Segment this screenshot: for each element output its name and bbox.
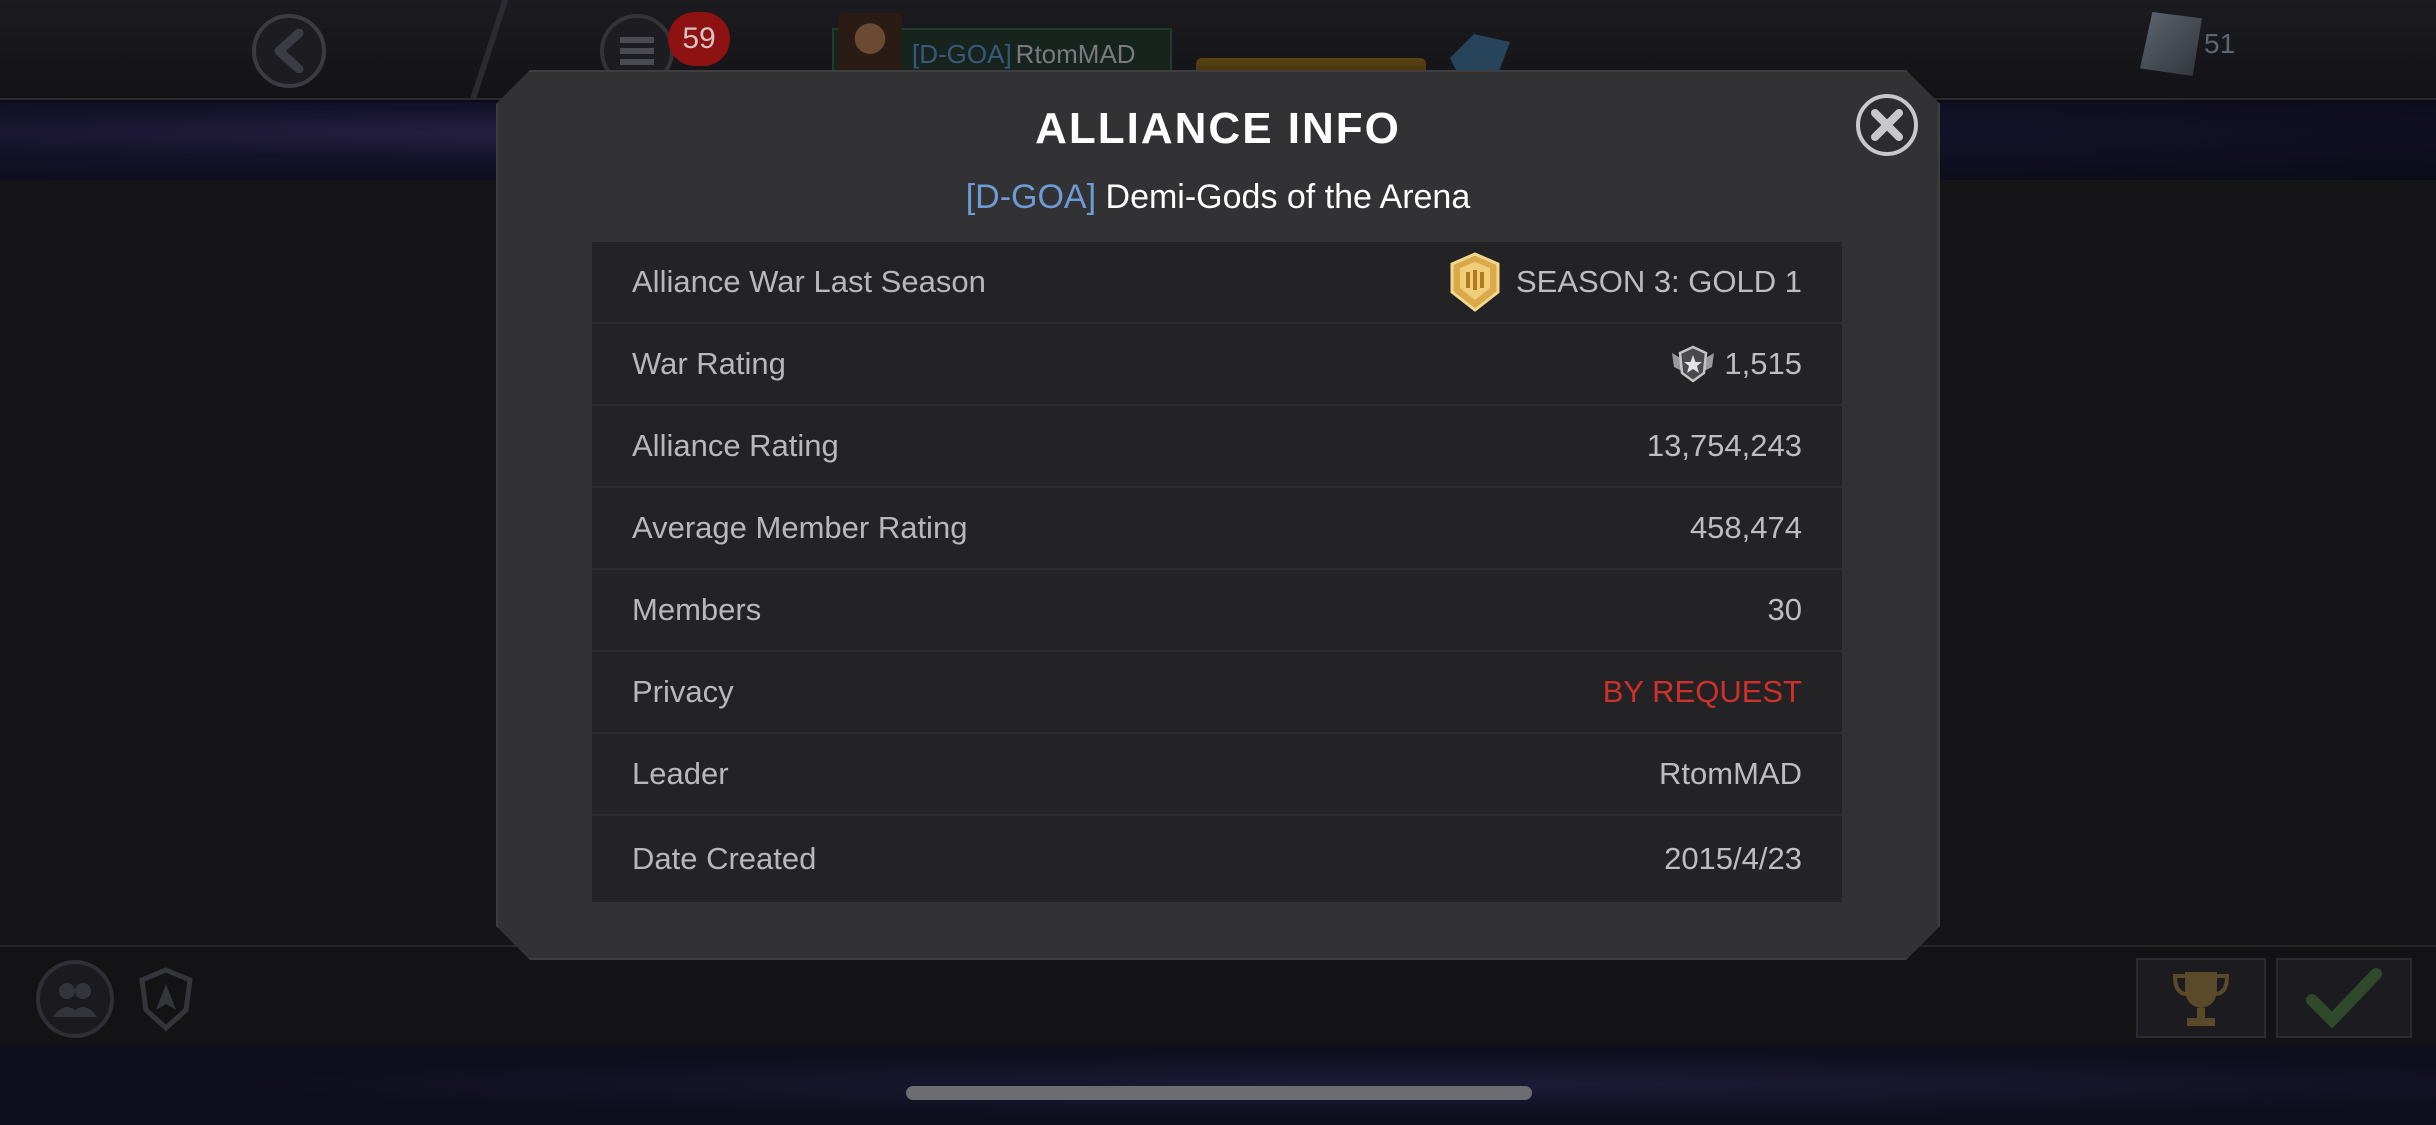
people-icon: [53, 983, 97, 1017]
row-value: 2015/4/23: [1664, 841, 1802, 876]
shard-count: 51: [2204, 28, 2236, 59]
table-row: War Rating 1,515: [592, 324, 1842, 406]
player-alliance-tag: [D-GOA]: [912, 38, 1012, 69]
alliance-name: Demi-Gods of the Arena: [1105, 178, 1471, 216]
chevron-left-icon: [274, 29, 304, 73]
table-row: Average Member Rating 458,474: [592, 488, 1842, 570]
privacy-value: BY REQUEST: [1602, 674, 1802, 709]
home-indicator[interactable]: [906, 1086, 1532, 1100]
row-value: 30: [1767, 592, 1802, 627]
avatar: [838, 13, 902, 77]
modal-title: ALLIANCE INFO: [1035, 104, 1401, 153]
table-row: Alliance War Last Season SEASON 3: GOLD …: [592, 242, 1842, 324]
row-label: Members: [632, 592, 762, 627]
back-button[interactable]: [252, 14, 326, 88]
alliance-heading: [D-GOA] Demi-Gods of the Arena: [496, 178, 1940, 217]
close-button[interactable]: [1856, 94, 1918, 156]
row-label: Average Member Rating: [632, 510, 968, 545]
row-label: Alliance War Last Season: [632, 264, 986, 299]
row-label: War Rating: [632, 346, 786, 381]
alliance-info-modal: ALLIANCE INFO [D-GOA] Demi-Gods of the A…: [496, 70, 1940, 960]
trophy-icon: [2172, 972, 2230, 1026]
row-value: 1,515: [1670, 345, 1802, 383]
row-value: 13,754,243: [1646, 428, 1802, 463]
row-label: Date Created: [632, 841, 817, 876]
check-icon: [2306, 968, 2382, 1029]
checklist-button[interactable]: [2276, 958, 2412, 1038]
row-value: SEASON 3: GOLD 1: [1448, 252, 1802, 312]
notification-badge: 59: [668, 12, 730, 66]
war-rating-value: 1,515: [1724, 346, 1802, 381]
trophy-button[interactable]: [2136, 958, 2266, 1038]
bottom-strip: [0, 1045, 2436, 1125]
table-row: Date Created 2015/4/23: [592, 816, 1842, 902]
divider: [469, 0, 509, 100]
player-name: RtomMAD: [1015, 38, 1136, 69]
alliance-shield-button[interactable]: [138, 966, 194, 1032]
close-icon: [1870, 108, 1904, 142]
row-label: Leader: [632, 756, 729, 791]
season-value: SEASON 3: GOLD 1: [1516, 264, 1802, 299]
war-rating-icon: [1670, 345, 1716, 383]
leader-value[interactable]: RtomMAD: [1659, 756, 1802, 792]
bottom-bar: [0, 945, 2436, 1045]
table-row: Alliance Rating 13,754,243: [592, 406, 1842, 488]
table-row: Leader RtomMAD: [592, 734, 1842, 816]
table-row: Members 30: [592, 570, 1842, 652]
gold-tier-badge-icon: [1448, 252, 1502, 312]
alliance-members-button[interactable]: [36, 960, 114, 1038]
table-row: Privacy BY REQUEST: [592, 652, 1842, 734]
row-label: Alliance Rating: [632, 428, 839, 463]
row-label: Privacy: [632, 674, 734, 709]
menu-icon: [620, 37, 654, 65]
alliance-tag: [D-GOA]: [965, 178, 1097, 216]
row-value: 458,474: [1689, 510, 1802, 545]
info-table: Alliance War Last Season SEASON 3: GOLD …: [592, 242, 1842, 902]
